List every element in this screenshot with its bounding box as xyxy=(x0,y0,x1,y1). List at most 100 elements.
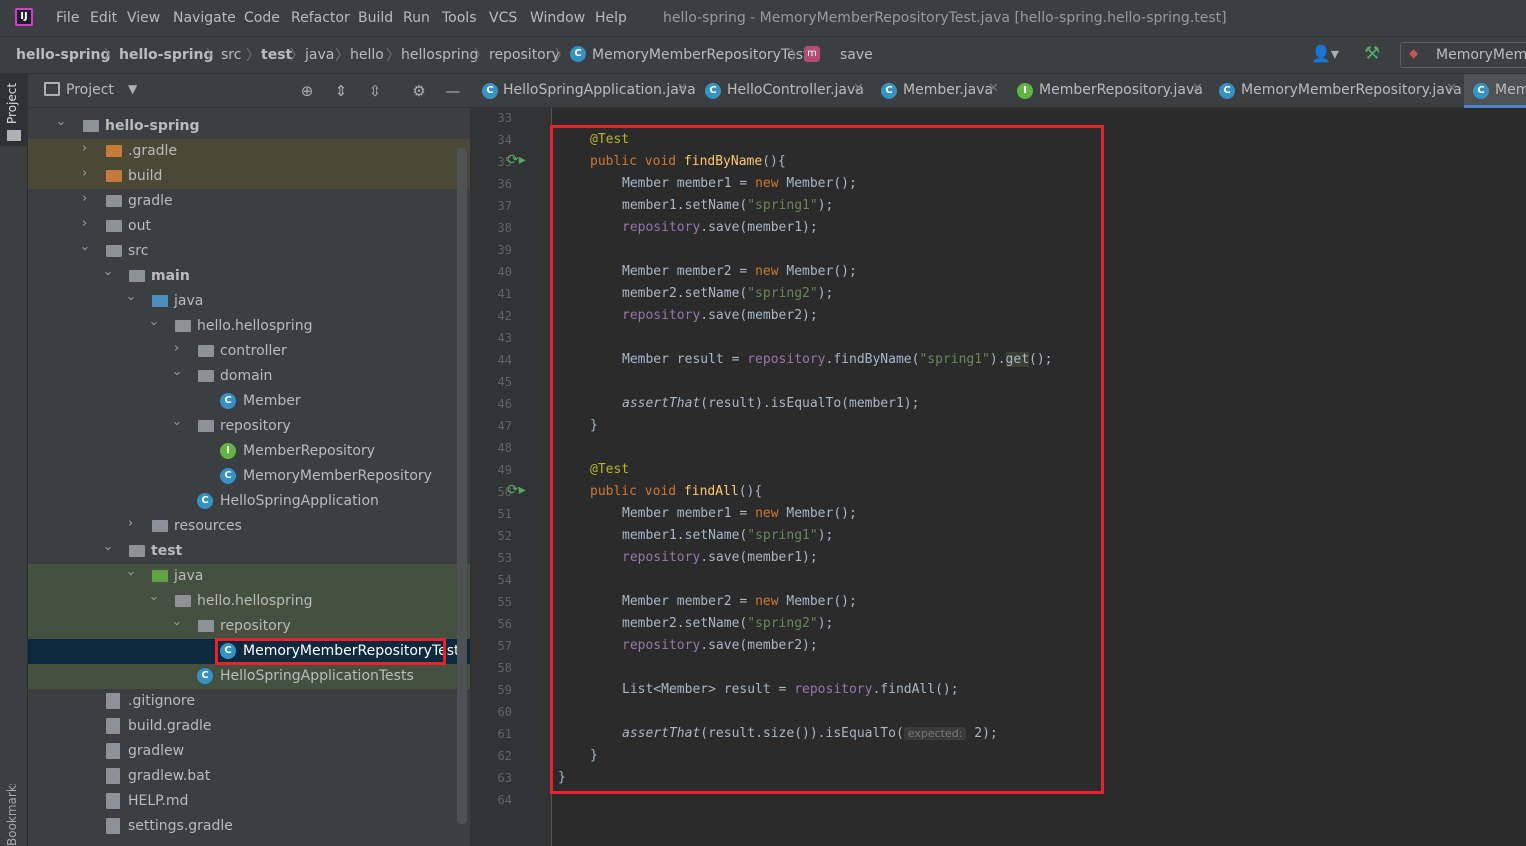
tree-item-member-repository[interactable]: I MemberRepository xyxy=(28,439,470,464)
breadcrumb-java[interactable]: java xyxy=(305,47,334,63)
tree-item-gradlew-bat[interactable]: gradlew.bat xyxy=(28,764,470,789)
tree-item-hello-spring-application[interactable]: C HelloSpringApplication xyxy=(28,489,470,514)
breadcrumb-test[interactable]: test xyxy=(261,47,292,63)
chevron-down-icon[interactable]: › xyxy=(100,546,115,551)
close-icon[interactable]: ✕ xyxy=(677,81,688,96)
chevron-right-icon[interactable]: › xyxy=(82,141,87,156)
tab-memory-member-repository-test[interactable]: C Mem xyxy=(1464,74,1526,108)
menu-vcs[interactable]: VCS xyxy=(489,10,517,26)
run-test-icon[interactable]: ⟳▸ xyxy=(507,152,526,168)
menu-file[interactable]: File xyxy=(56,10,79,26)
chevron-down-icon[interactable]: › xyxy=(146,321,161,326)
breadcrumb-hellospring[interactable]: hellospring xyxy=(401,47,478,63)
tree-item-label: gradlew.bat xyxy=(128,768,211,784)
tree-item-test-package[interactable]: › hello.hellospring xyxy=(28,589,470,614)
chevron-down-icon[interactable]: › xyxy=(123,571,138,576)
tab-member[interactable]: C Member.java ✕ xyxy=(872,74,1006,108)
breadcrumb-module[interactable]: hello-spring xyxy=(119,47,214,63)
tab-memory-member-repository[interactable]: C MemoryMemberRepository.java ✕ xyxy=(1210,74,1462,108)
chevron-down-icon[interactable]: › xyxy=(169,371,184,376)
breadcrumb-hello[interactable]: hello xyxy=(350,47,384,63)
chevron-down-icon[interactable]: › xyxy=(53,121,68,126)
class-icon: C xyxy=(881,83,897,99)
tree-item-help-md[interactable]: HELP.md xyxy=(28,789,470,814)
chevron-down-icon[interactable]: › xyxy=(146,596,161,601)
breadcrumb-method[interactable]: save xyxy=(840,47,873,63)
line-number: 51 xyxy=(497,507,512,521)
tree-item-hello-spring[interactable]: › hello-spring xyxy=(28,114,470,139)
close-icon[interactable]: ✕ xyxy=(853,81,864,96)
tree-item-controller[interactable]: › controller xyxy=(28,339,470,364)
run-configuration-selector[interactable]: ◆ MemoryMemb xyxy=(1400,42,1526,68)
tree-item-member[interactable]: C Member xyxy=(28,389,470,414)
breadcrumb-src[interactable]: src xyxy=(221,47,241,63)
collapse-all-icon[interactable]: ⇳ xyxy=(364,80,386,102)
menu-window[interactable]: Window xyxy=(530,10,585,26)
chevron-right-icon[interactable]: › xyxy=(128,516,133,531)
tree-item-gitignore[interactable]: .gitignore xyxy=(28,689,470,714)
line-number: 52 xyxy=(497,529,512,543)
project-panel-title[interactable]: Project xyxy=(66,82,114,98)
breadcrumb-repository[interactable]: repository xyxy=(489,47,560,63)
tree-item-settings-gradle[interactable]: settings.gradle xyxy=(28,814,470,839)
gear-icon[interactable]: ⚙ xyxy=(408,80,430,102)
build-hammer-icon[interactable]: ⚒ xyxy=(1364,43,1380,64)
chevron-right-icon[interactable]: › xyxy=(82,166,87,181)
tree-item-main-package[interactable]: › hello.hellospring xyxy=(28,314,470,339)
menu-tools[interactable]: Tools xyxy=(442,10,477,26)
tree-item-gradle[interactable]: › gradle xyxy=(28,189,470,214)
tree-item-test[interactable]: › test xyxy=(28,539,470,564)
menu-run[interactable]: Run xyxy=(403,10,430,26)
chevron-right-icon[interactable]: › xyxy=(82,216,87,231)
tree-item-main-repository[interactable]: › repository xyxy=(28,414,470,439)
close-icon[interactable]: ✕ xyxy=(1192,81,1203,96)
tab-member-repository[interactable]: I MemberRepository.java ✕ xyxy=(1008,74,1210,108)
tree-item-hello-spring-application-tests[interactable]: C HelloSpringApplicationTests xyxy=(28,664,470,689)
chevron-right-icon[interactable]: › xyxy=(82,191,87,206)
chevron-down-icon[interactable]: › xyxy=(100,271,115,276)
menu-refactor[interactable]: Refactor xyxy=(291,10,350,26)
breadcrumb-test-class[interactable]: MemoryMemberRepositoryTest xyxy=(592,47,809,63)
chevron-down-icon[interactable]: ▼ xyxy=(128,82,137,96)
tree-item-main[interactable]: › main xyxy=(28,264,470,289)
tree-item-build-gradle[interactable]: build.gradle xyxy=(28,714,470,739)
chevron-down-icon[interactable]: › xyxy=(77,246,92,251)
line-number: 57 xyxy=(497,639,512,653)
menu-navigate[interactable]: Navigate xyxy=(173,10,236,26)
tree-item-resources[interactable]: › resources xyxy=(28,514,470,539)
run-test-icon[interactable]: ⟳▸ xyxy=(507,482,526,498)
project-tree-scrollbar[interactable] xyxy=(457,148,467,824)
menu-help[interactable]: Help xyxy=(595,10,627,26)
tree-item-dot-gradle[interactable]: › .gradle xyxy=(28,139,470,164)
tree-item-memory-member-repository[interactable]: C MemoryMemberRepository xyxy=(28,464,470,489)
locate-file-icon[interactable]: ⊕ xyxy=(296,80,318,102)
tree-item-build[interactable]: › build xyxy=(28,164,470,189)
user-account-icon[interactable]: 👤▾ xyxy=(1311,44,1339,63)
tab-hello-controller[interactable]: C HelloController.java ✕ xyxy=(696,74,870,108)
tree-item-test-java[interactable]: › java xyxy=(28,564,470,589)
menu-code[interactable]: Code xyxy=(244,10,280,26)
close-icon[interactable]: ✕ xyxy=(1446,81,1457,96)
tree-item-gradlew[interactable]: gradlew xyxy=(28,739,470,764)
tab-hello-spring-application[interactable]: C HelloSpringApplication.java ✕ xyxy=(470,74,696,108)
tree-item-src[interactable]: › src xyxy=(28,239,470,264)
tree-item-main-java[interactable]: › java xyxy=(28,289,470,314)
project-tool-label: Project xyxy=(5,82,19,124)
chevron-right-icon[interactable]: › xyxy=(174,341,179,356)
breadcrumb-separator-icon: 〉 xyxy=(206,48,220,64)
chevron-down-icon[interactable]: › xyxy=(169,621,184,626)
minimize-icon[interactable]: — xyxy=(442,80,464,102)
expand-all-icon[interactable]: ⇕ xyxy=(330,80,352,102)
menu-view[interactable]: View xyxy=(127,10,160,26)
chevron-down-icon[interactable]: › xyxy=(169,421,184,426)
menu-edit[interactable]: Edit xyxy=(90,10,117,26)
line-number: 54 xyxy=(497,573,512,587)
breadcrumb-project[interactable]: hello-spring xyxy=(16,47,111,63)
tree-item-domain[interactable]: › domain xyxy=(28,364,470,389)
chevron-down-icon[interactable]: › xyxy=(123,296,138,301)
close-icon[interactable]: ✕ xyxy=(988,81,999,96)
tree-item-test-repository[interactable]: › repository xyxy=(28,614,470,639)
bookmarks-tool-button[interactable]: Bookmarks xyxy=(5,784,23,846)
menu-build[interactable]: Build xyxy=(358,10,393,26)
tree-item-out[interactable]: › out xyxy=(28,214,470,239)
